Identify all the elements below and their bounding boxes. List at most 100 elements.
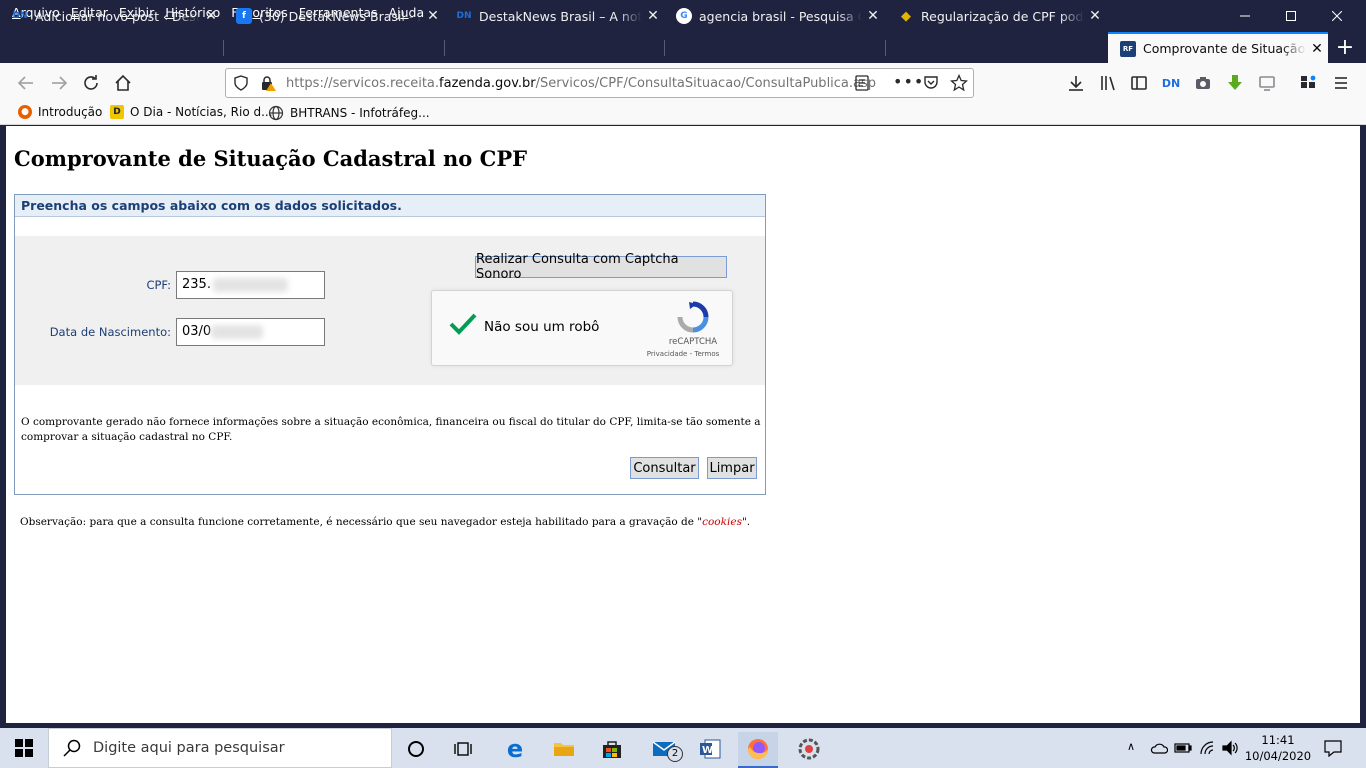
bookmark-introducao[interactable]: ● Introdução bbox=[18, 105, 102, 119]
url-text[interactable]: https://servicos.receita.fazenda.gov.br/… bbox=[286, 76, 876, 91]
globe-icon bbox=[268, 105, 284, 121]
consultar-button[interactable]: Consultar bbox=[630, 457, 699, 479]
back-button[interactable] bbox=[12, 69, 40, 97]
new-tab-button[interactable]: + bbox=[1330, 32, 1360, 63]
url-bar[interactable]: https://servicos.receita.fazenda.gov.br/… bbox=[225, 68, 974, 98]
search-placeholder: Digite aqui para pesquisar bbox=[93, 740, 285, 756]
edge-taskbar-button[interactable]: e bbox=[495, 732, 535, 766]
taskbar-clock[interactable]: 11:41 10/04/2020 bbox=[1236, 732, 1320, 764]
captcha-sonoro-button[interactable]: Realizar Consulta com Captcha Sonoro bbox=[475, 252, 727, 282]
file-explorer-button[interactable] bbox=[544, 732, 584, 766]
shield-icon[interactable] bbox=[234, 75, 248, 91]
tab-close-icon[interactable]: ✕ bbox=[422, 8, 444, 24]
home-icon bbox=[115, 74, 131, 91]
mail-button[interactable]: 2 bbox=[645, 732, 685, 766]
maximize-button[interactable] bbox=[1268, 0, 1314, 32]
tab-google-search[interactable]: G agencia brasil - Pesquisa Google ✕ bbox=[664, 1, 884, 31]
start-button[interactable] bbox=[4, 731, 44, 765]
taskbar-search-box[interactable]: Digite aqui para pesquisar bbox=[48, 728, 392, 768]
minimize-icon bbox=[1240, 15, 1250, 17]
word-button[interactable]: W bbox=[690, 732, 730, 766]
tab-title: Adicionar novo post ‹ DestakNews bbox=[35, 8, 200, 24]
mail-badge: 2 bbox=[667, 746, 683, 762]
sidebar-icon bbox=[1131, 76, 1147, 90]
close-window-button[interactable] bbox=[1314, 0, 1360, 32]
word-icon: W bbox=[700, 739, 721, 759]
tab-destaknews-home[interactable]: DN DestakNews Brasil – A notícia com ✕ bbox=[444, 1, 664, 31]
bookmark-o-dia[interactable]: D O Dia - Notícias, Rio d... bbox=[110, 105, 273, 119]
store-bag-icon bbox=[603, 741, 621, 758]
tab-destaknews-admin[interactable]: DN Adicionar novo post ‹ DestakNews ✕ bbox=[0, 1, 222, 31]
redacted-blur bbox=[213, 278, 288, 292]
tab-close-icon[interactable]: ✕ bbox=[862, 8, 884, 24]
tab-facebook[interactable]: f (30) DestakNews Brasil - Página ✕ bbox=[224, 1, 444, 31]
green-arrow-icon bbox=[1228, 75, 1242, 90]
lock-warning-icon[interactable] bbox=[260, 75, 276, 91]
consulta-form: Preencha os campos abaixo com os dados s… bbox=[14, 194, 766, 495]
forward-button[interactable] bbox=[45, 69, 73, 97]
app-taskbar-button[interactable] bbox=[789, 732, 829, 766]
destaknews-favicon-icon: DN bbox=[12, 11, 28, 21]
firefox-taskbar-button[interactable] bbox=[738, 732, 778, 768]
battery-icon[interactable] bbox=[1174, 741, 1192, 755]
tab-close-icon[interactable]: ✕ bbox=[1084, 8, 1106, 24]
tab-regularizacao-cpf[interactable]: ◆ Regularização de CPF pode ser ✕ bbox=[886, 1, 1106, 31]
tab-comprovante-active[interactable]: RF Comprovante de Situação Cadastral ✕ bbox=[1108, 32, 1328, 63]
tab-separator bbox=[223, 40, 224, 56]
tab-title: (30) DestakNews Brasil - Página bbox=[259, 8, 422, 24]
sidebar-button[interactable] bbox=[1125, 69, 1153, 97]
tab-close-icon[interactable]: ✕ bbox=[642, 8, 664, 24]
library-button[interactable] bbox=[1094, 69, 1122, 97]
bookmark-bhtrans[interactable]: BHTRANS - Infotráfeg... bbox=[268, 105, 430, 121]
tab-close-icon[interactable]: ✕ bbox=[200, 8, 222, 24]
cast-extension-button[interactable] bbox=[1253, 69, 1281, 97]
pocket-icon[interactable] bbox=[923, 75, 939, 91]
minimize-button[interactable] bbox=[1222, 0, 1268, 32]
clock-date: 10/04/2020 bbox=[1244, 749, 1312, 763]
puzzle-icon bbox=[1301, 75, 1316, 88]
home-button[interactable] bbox=[109, 69, 137, 97]
data-nascimento-value: 03/0 bbox=[182, 324, 212, 339]
recaptcha-widget: Não sou um robô reCAPTCHA Privacidade - … bbox=[431, 290, 733, 366]
note-end: ". bbox=[741, 516, 751, 528]
cortana-button[interactable] bbox=[396, 732, 436, 766]
terms-link[interactable]: Termos bbox=[694, 350, 719, 358]
reload-button[interactable] bbox=[77, 69, 105, 97]
extensions-button[interactable] bbox=[1294, 69, 1322, 97]
screenshot-extension-button[interactable] bbox=[1189, 69, 1217, 97]
more-actions-icon[interactable]: ••• bbox=[893, 72, 924, 91]
privacy-link[interactable]: Privacidade bbox=[647, 350, 688, 358]
store-button[interactable] bbox=[592, 732, 632, 766]
search-icon bbox=[63, 739, 81, 757]
download-helper-button[interactable] bbox=[1221, 69, 1249, 97]
hamburger-menu-button[interactable] bbox=[1327, 69, 1355, 97]
notifications-icon[interactable] bbox=[1323, 739, 1343, 757]
bookmark-label: O Dia - Notícias, Rio d... bbox=[130, 105, 273, 119]
checkmark-icon[interactable] bbox=[448, 311, 478, 337]
page-title: Comprovante de Situação Cadastral no CPF bbox=[14, 146, 528, 171]
windows-taskbar: Digite aqui para pesquisar e 2 W ∧ 11:41… bbox=[0, 728, 1366, 768]
onedrive-icon[interactable] bbox=[1150, 741, 1168, 755]
data-nascimento-label: Data de Nascimento: bbox=[49, 325, 171, 339]
destaknews-extension-button[interactable]: DN bbox=[1157, 69, 1185, 97]
arrow-left-icon bbox=[17, 76, 33, 90]
firefox-icon: ● bbox=[18, 105, 32, 119]
tab-title: agencia brasil - Pesquisa Google bbox=[699, 8, 862, 24]
page-content: Comprovante de Situação Cadastral no CPF… bbox=[6, 126, 1360, 723]
tab-close-icon[interactable]: ✕ bbox=[1306, 41, 1328, 57]
firefox-icon bbox=[748, 739, 768, 759]
cookies-word: cookies bbox=[702, 516, 742, 528]
tray-expand-icon[interactable]: ∧ bbox=[1127, 740, 1135, 753]
tab-separator bbox=[444, 40, 445, 56]
recaptcha-label: Não sou um robô bbox=[484, 319, 600, 335]
tab-separator bbox=[885, 40, 886, 56]
receita-favicon-icon: RF bbox=[1120, 40, 1136, 57]
reader-view-icon[interactable] bbox=[855, 75, 869, 91]
downloads-button[interactable] bbox=[1062, 69, 1090, 97]
wifi-icon[interactable] bbox=[1199, 740, 1217, 756]
download-icon bbox=[1069, 76, 1083, 91]
bookmark-star-icon[interactable] bbox=[950, 74, 968, 92]
task-view-button[interactable] bbox=[443, 732, 483, 766]
limpar-button[interactable]: Limpar bbox=[707, 457, 757, 479]
library-icon bbox=[1101, 76, 1115, 91]
